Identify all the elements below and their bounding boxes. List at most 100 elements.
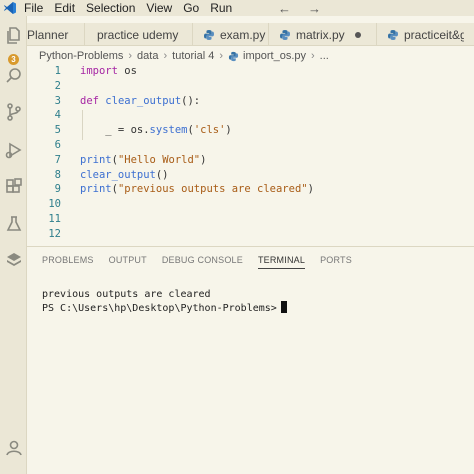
code-line[interactable]: 7 print("Hello World") — [27, 154, 474, 169]
code-token: ) — [307, 183, 314, 196]
breadcrumb-item[interactable]: import_os.py — [243, 50, 306, 62]
breadcrumb-item[interactable]: tutorial 4 — [172, 50, 214, 62]
code-token: print — [80, 153, 112, 166]
terminal-prompt-line: PS C:\Users\hp\Desktop\Python-Problems> — [42, 301, 472, 314]
python-icon — [280, 29, 290, 40]
terminal-output-line: previous outputs are cleared — [42, 289, 211, 300]
terminal-cursor — [280, 301, 287, 313]
tab-exam-py[interactable]: exam.py — [193, 23, 269, 46]
menu-edit[interactable]: Edit — [54, 1, 75, 15]
tab-label: Planner — [27, 27, 69, 42]
line-number: 5 — [54, 124, 61, 137]
run-debug-icon[interactable] — [0, 138, 27, 162]
breadcrumb: Python-Problems › data › tutorial 4 › im… — [27, 47, 474, 65]
line-number: 4 — [54, 109, 61, 122]
code-line[interactable]: 11 — [27, 213, 474, 228]
chevron-right-icon: › — [128, 50, 133, 62]
line-number: 8 — [54, 168, 61, 181]
line-number: 11 — [48, 213, 61, 225]
code-line[interactable]: 4 — [27, 109, 474, 124]
menu-file[interactable]: File — [24, 1, 43, 15]
explorer-icon[interactable] — [0, 24, 27, 48]
chevron-right-icon: › — [311, 50, 315, 62]
line-number: 10 — [48, 198, 61, 211]
back-arrow-icon[interactable]: ← — [278, 0, 291, 16]
code-token: def — [80, 94, 99, 107]
code-line[interactable]: 10 — [27, 198, 474, 213]
menu-go[interactable]: Go — [183, 1, 199, 15]
tab-label: matrix.py — [296, 27, 345, 42]
tab-problems[interactable]: PROBLEMS — [42, 247, 94, 273]
code-token: () — [155, 168, 169, 181]
menu-view[interactable]: View — [146, 1, 172, 15]
editor-tab-bar: Planner practice udemy exam.py matrix.py… — [27, 23, 474, 46]
extensions-icon[interactable] — [0, 175, 27, 199]
code-token: ) — [225, 124, 232, 137]
activity-bar: 3 — [0, 16, 27, 474]
tab-terminal[interactable]: TERMINAL — [257, 247, 306, 273]
breadcrumb-item[interactable]: Python-Problems — [39, 50, 123, 62]
python-icon — [388, 29, 398, 40]
code-token: clear_output — [80, 168, 156, 181]
tab-practiceit-gem[interactable]: practiceit&gem — [377, 23, 474, 46]
code-token: clear_output — [105, 94, 182, 107]
code-text: def clear_output(): — [80, 95, 200, 107]
menu-bar: File Edit Selection View Go Run ← → — [0, 0, 474, 16]
source-control-badge: 3 — [8, 54, 19, 65]
code-editor[interactable]: 1 import os 2 3 def clear_output(): 4 5 _ = os… — [27, 65, 474, 243]
terminal-prompt: PS C:\Users\hp\Desktop\Python-Problems> — [42, 303, 277, 314]
python-icon — [228, 51, 239, 61]
layers-icon[interactable] — [0, 248, 27, 272]
code-text: clear_output() — [80, 169, 169, 181]
chevron-right-icon: › — [219, 50, 224, 62]
code-line[interactable]: 8 clear_output() — [27, 169, 474, 184]
code-text: print("previous outputs are cleared") — [80, 183, 314, 195]
account-icon[interactable] — [0, 436, 27, 460]
tab-output[interactable]: OUTPUT — [109, 247, 147, 273]
tab-practice-udemy[interactable]: practice udemy — [85, 23, 193, 46]
code-line[interactable]: 3 def clear_output(): — [27, 95, 474, 110]
code-text: print("Hello World") — [80, 154, 206, 166]
menu-selection[interactable]: Selection — [86, 1, 135, 15]
menu-run[interactable]: Run — [210, 1, 232, 15]
search-icon[interactable] — [0, 64, 27, 88]
code-text: import os — [80, 65, 137, 77]
code-token: _ = os. — [80, 124, 150, 137]
breadcrumb-item[interactable]: ... — [320, 50, 329, 62]
chevron-right-icon: › — [163, 50, 168, 62]
code-line[interactable]: 6 — [27, 139, 474, 154]
code-token: "Hello World" — [117, 153, 201, 166]
tab-ports[interactable]: PORTS — [320, 247, 352, 273]
code-text: _ = os.system('cls') — [80, 124, 232, 137]
code-token: ) — [200, 153, 207, 166]
tab-planner[interactable]: Planner — [27, 23, 85, 46]
code-token: 'cls' — [193, 124, 226, 137]
forward-arrow-icon[interactable]: → — [308, 0, 321, 16]
tab-label: practiceit&gem — [404, 27, 464, 42]
code-line[interactable]: 2 — [27, 80, 474, 95]
code-line[interactable]: 1 import os — [27, 65, 474, 80]
line-number: 9 — [54, 183, 61, 196]
line-number: 3 — [54, 94, 61, 107]
panel-tab-bar: PROBLEMS OUTPUT DEBUG CONSOLE TERMINAL P… — [27, 247, 474, 273]
vscode-logo-icon — [0, 0, 20, 16]
line-number: 7 — [54, 153, 61, 166]
line-number: 6 — [54, 139, 61, 151]
testing-flask-icon[interactable] — [0, 212, 27, 236]
tab-label: practice udemy — [97, 27, 179, 42]
tab-debug-console[interactable]: DEBUG CONSOLE — [162, 247, 243, 273]
code-line[interactable]: 12 — [27, 228, 474, 243]
code-line[interactable]: 9 print("previous outputs are cleared") — [27, 183, 474, 198]
line-number: 12 — [48, 227, 61, 240]
source-control-icon[interactable] — [0, 100, 27, 124]
code-token: system — [149, 124, 188, 137]
code-line[interactable]: 5 _ = os.system('cls') — [27, 124, 474, 139]
code-token: print — [80, 183, 112, 196]
unsaved-dot-icon[interactable] — [354, 31, 361, 38]
code-token: os — [117, 65, 137, 77]
code-token: "previous outputs are cleared" — [117, 183, 308, 196]
terminal[interactable]: previous outputs are cleared PS C:\Users… — [42, 288, 472, 314]
breadcrumb-item[interactable]: data — [137, 50, 158, 62]
tab-matrix-py[interactable]: matrix.py — [269, 23, 377, 46]
python-icon — [204, 29, 214, 40]
